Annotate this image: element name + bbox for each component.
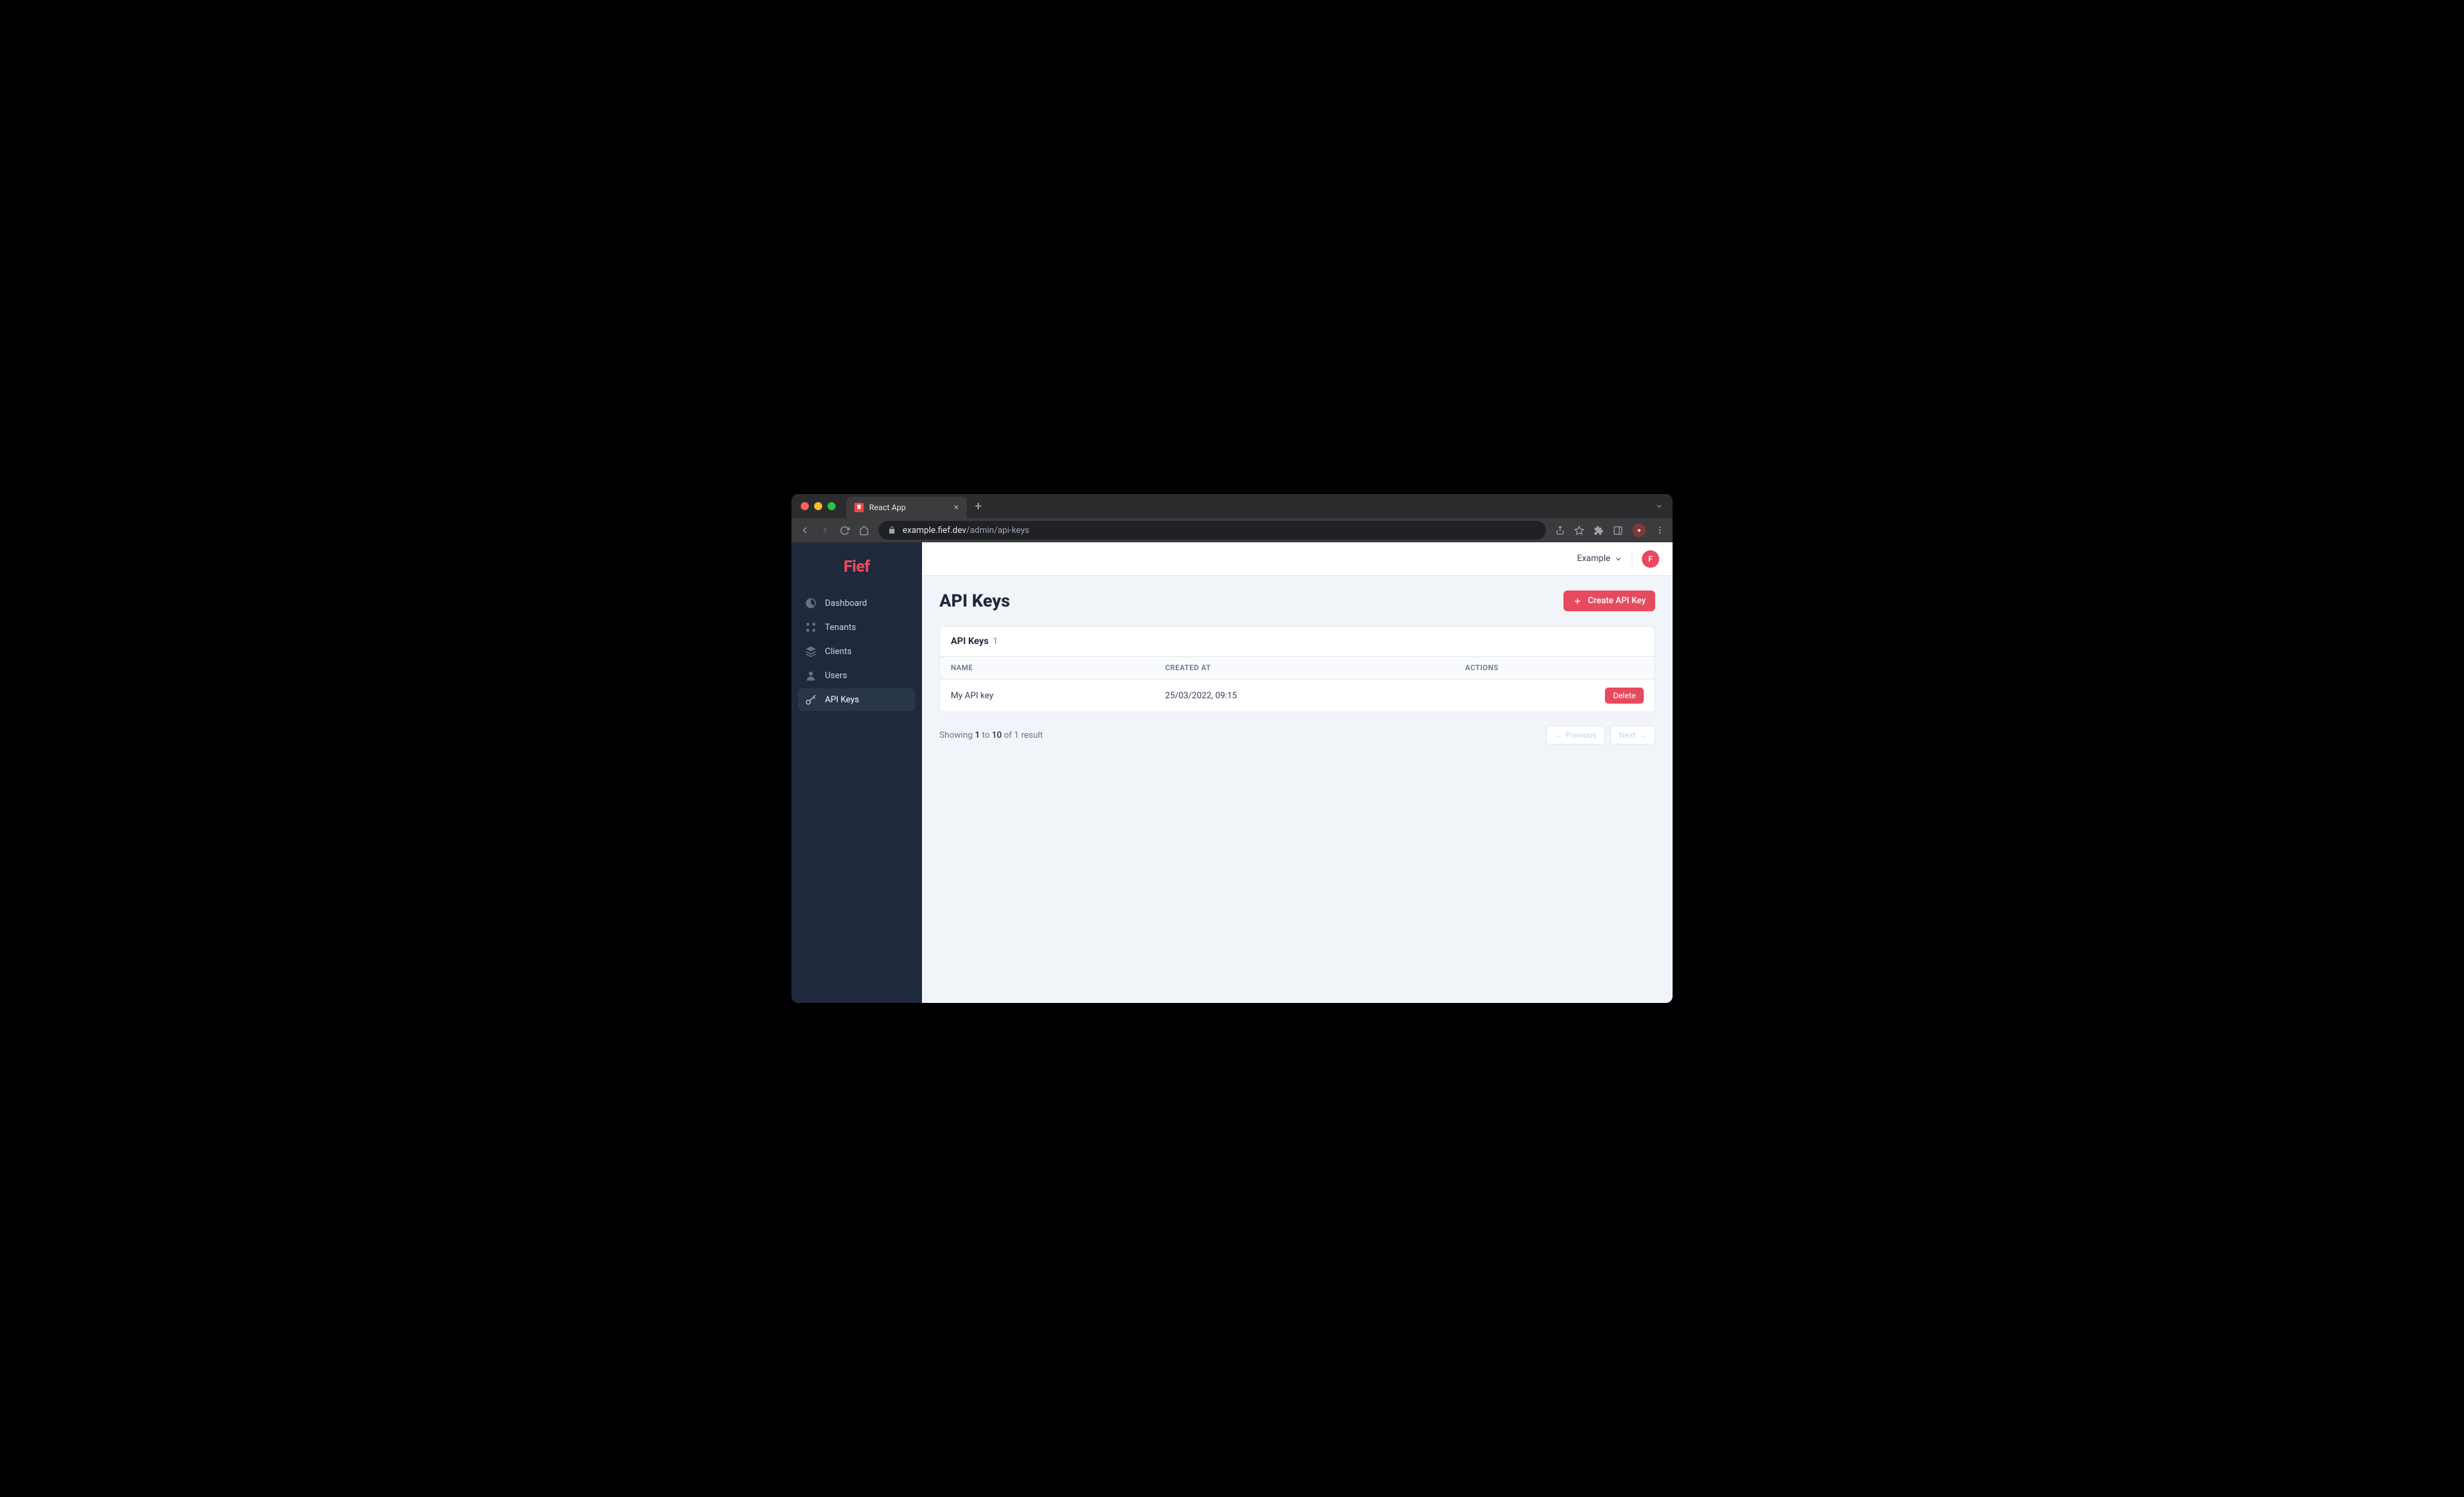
- sidebar-item-clients[interactable]: Clients: [798, 640, 915, 663]
- chevron-down-icon: [1614, 555, 1622, 563]
- card-header: API Keys 1: [940, 627, 1654, 656]
- arrow-right-icon: →: [1638, 730, 1646, 740]
- key-icon: [805, 694, 817, 706]
- previous-button[interactable]: ← Previous: [1546, 726, 1605, 744]
- sidebar-item-label: API Keys: [825, 695, 859, 705]
- reload-button[interactable]: [840, 526, 850, 536]
- app-container: Fief Dashboard Tenants: [791, 542, 1673, 1003]
- cell-actions: Delete: [1454, 680, 1654, 712]
- tab-favicon-icon: ♛: [854, 503, 864, 512]
- column-actions: ACTIONS: [1454, 657, 1654, 680]
- sidebar-item-dashboard[interactable]: Dashboard: [798, 592, 915, 615]
- new-tab-button[interactable]: +: [967, 499, 990, 514]
- tenant-selector[interactable]: Example: [1577, 554, 1622, 564]
- star-icon[interactable]: [1574, 526, 1584, 536]
- lock-icon: [888, 526, 896, 534]
- url-text: example.fief.dev/admin/api-keys: [903, 526, 1029, 536]
- sidebar-item-tenants[interactable]: Tenants: [798, 616, 915, 639]
- sidebar-item-users[interactable]: Users: [798, 664, 915, 687]
- share-icon[interactable]: [1555, 526, 1565, 535]
- browser-window: ♛ React App × +: [791, 494, 1673, 1003]
- url-input[interactable]: example.fief.dev/admin/api-keys: [878, 521, 1546, 540]
- plus-icon: [1573, 597, 1582, 606]
- kebab-menu-icon[interactable]: [1655, 526, 1665, 535]
- window-maximize-button[interactable]: [828, 502, 836, 510]
- card-count: 1: [992, 636, 998, 647]
- tenants-icon: [805, 621, 817, 633]
- gauge-icon: [805, 597, 817, 609]
- address-bar: example.fief.dev/admin/api-keys ●: [791, 518, 1673, 542]
- topbar: Example F: [922, 542, 1673, 576]
- panel-icon[interactable]: [1613, 526, 1623, 536]
- sidebar-item-label: Clients: [825, 647, 852, 657]
- avatar-initial: F: [1648, 554, 1653, 564]
- back-button[interactable]: [799, 525, 810, 536]
- forward-button[interactable]: [820, 525, 830, 536]
- tenant-label: Example: [1577, 554, 1610, 564]
- pagination-buttons: ← Previous Next →: [1546, 726, 1655, 744]
- arrow-left-icon: ←: [1555, 730, 1563, 740]
- sidebar-item-label: Tenants: [825, 623, 856, 633]
- showing-text: Showing 1 to 10 of 1 result: [939, 730, 1043, 740]
- brand-logo: Fief: [791, 552, 922, 592]
- pagination: Showing 1 to 10 of 1 result ← Previous: [939, 726, 1655, 744]
- browser-toolbar-icons: ●: [1555, 524, 1665, 537]
- window-close-button[interactable]: [801, 502, 809, 510]
- tab-close-button[interactable]: ×: [954, 502, 959, 513]
- next-button[interactable]: Next →: [1610, 726, 1655, 744]
- next-label: Next: [1619, 730, 1636, 740]
- content: API Keys Create API Key API Keys 1: [922, 576, 1673, 1003]
- table-row: My API key 25/03/2022, 09:15 Delete: [940, 680, 1654, 712]
- brand-logo-text: Fief: [844, 557, 870, 576]
- column-name: NAME: [940, 657, 1154, 680]
- sidebar-item-label: Users: [825, 671, 847, 681]
- sidebar: Fief Dashboard Tenants: [791, 542, 922, 1003]
- sidebar-item-api-keys[interactable]: API Keys: [798, 688, 915, 711]
- column-created-at: CREATED AT: [1154, 657, 1454, 680]
- create-button-label: Create API Key: [1588, 596, 1646, 606]
- profile-avatar[interactable]: ●: [1632, 524, 1646, 537]
- page-header: API Keys Create API Key: [939, 590, 1655, 611]
- cell-created-at: 25/03/2022, 09:15: [1154, 680, 1454, 712]
- table-header-row: NAME CREATED AT ACTIONS: [940, 657, 1654, 680]
- create-api-key-button[interactable]: Create API Key: [1563, 590, 1655, 611]
- user-avatar[interactable]: F: [1642, 550, 1659, 568]
- page-title: API Keys: [939, 591, 1010, 611]
- cell-name: My API key: [940, 680, 1154, 712]
- api-keys-table: NAME CREATED AT ACTIONS My API key 25/03…: [940, 656, 1654, 712]
- main-area: Example F API Keys Create API Key: [922, 542, 1673, 1003]
- browser-chrome: ♛ React App × +: [791, 494, 1673, 542]
- previous-label: Previous: [1565, 730, 1596, 740]
- delete-button[interactable]: Delete: [1605, 688, 1644, 704]
- home-button[interactable]: [859, 526, 869, 536]
- tabs-overflow-button[interactable]: [1655, 502, 1663, 510]
- api-keys-card: API Keys 1 NAME CREATED AT ACTIONS: [939, 626, 1655, 712]
- browser-tab[interactable]: ♛ React App ×: [846, 497, 967, 518]
- traffic-lights: [801, 502, 836, 510]
- nav-menu: Dashboard Tenants Clients: [791, 592, 922, 711]
- sidebar-item-label: Dashboard: [825, 599, 867, 609]
- tab-bar: ♛ React App × +: [791, 494, 1673, 518]
- user-icon: [805, 669, 817, 682]
- tab-title: React App: [869, 503, 906, 512]
- layers-icon: [805, 645, 817, 657]
- card-title: API Keys: [951, 636, 988, 647]
- extensions-icon[interactable]: [1594, 526, 1604, 536]
- window-minimize-button[interactable]: [814, 502, 822, 510]
